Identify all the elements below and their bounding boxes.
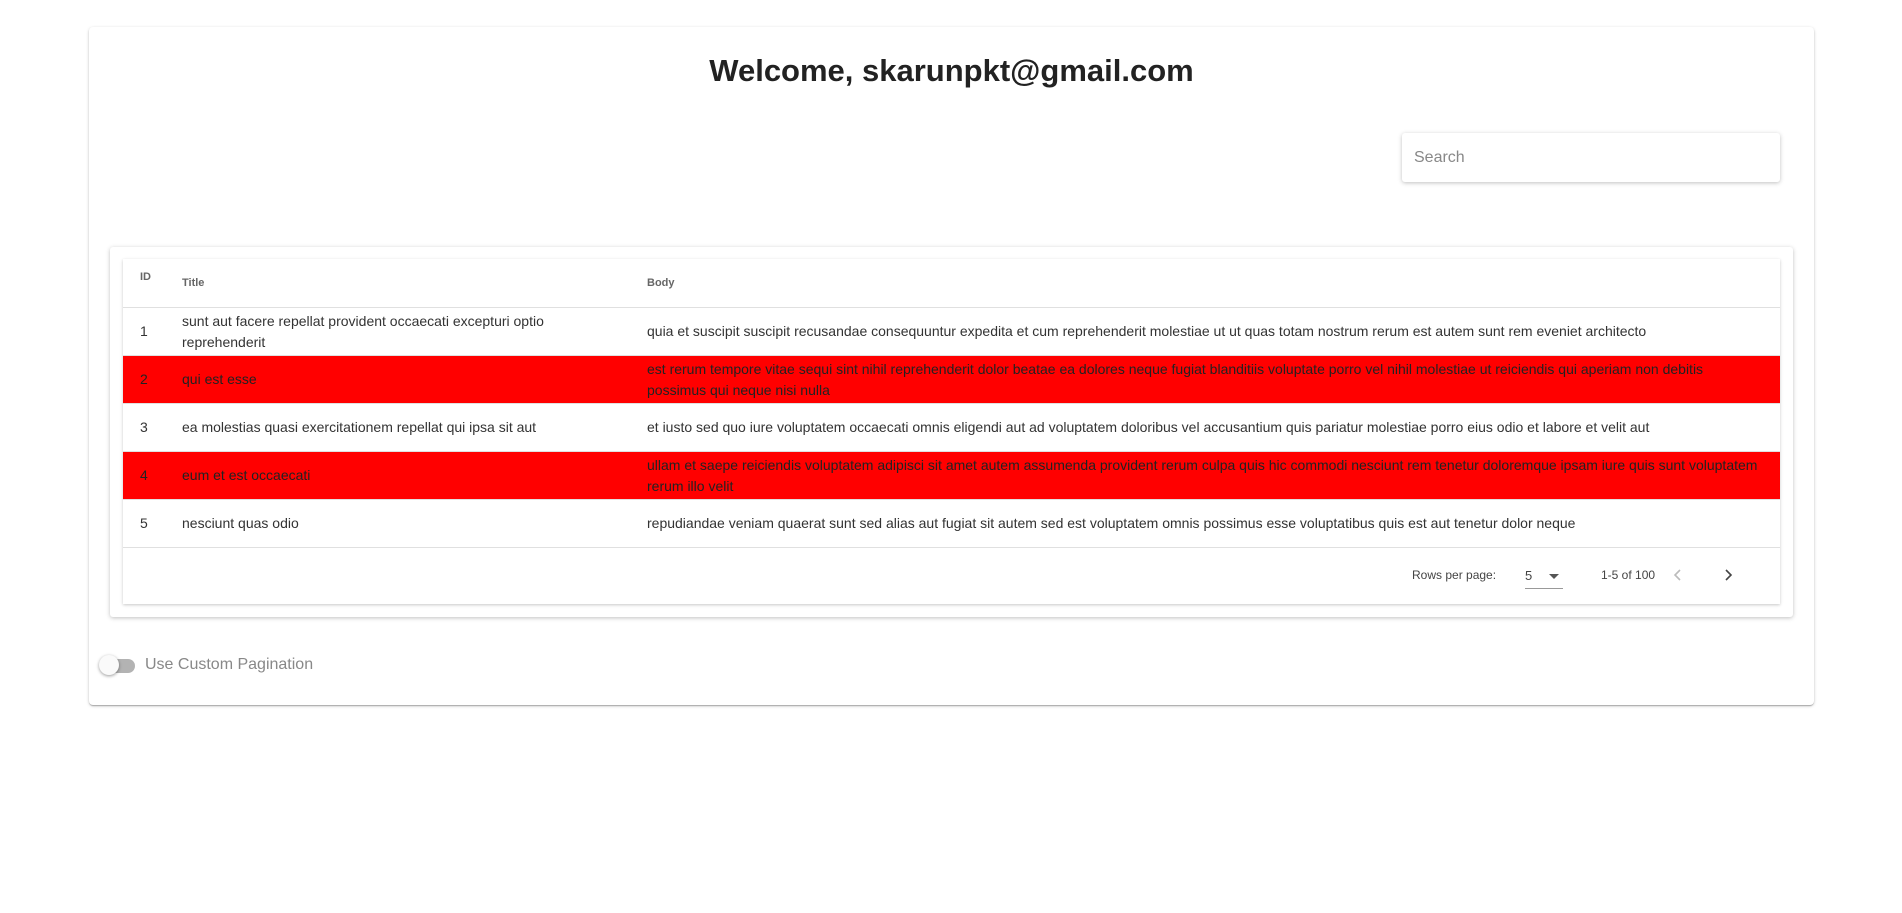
cell-title: nesciunt quas odio [182,499,647,548]
cell-id: 5 [123,499,182,548]
main-card: Welcome, skarunpkt@gmail.com ID Title Bo… [89,27,1814,705]
data-table-panel: ID Title Body 1 sunt aut facere repellat … [123,259,1780,604]
column-header-title[interactable]: Title [182,259,647,308]
cell-body: ullam et saepe reiciendis voluptatem adi… [647,451,1780,500]
table-row[interactable]: 5 nesciunt quas odio repudiandae veniam qu… [123,499,1780,548]
search-box[interactable] [1402,133,1780,182]
cell-body: et iusto sed quo iure voluptatem occaeca… [647,403,1780,452]
table-row[interactable]: 3 ea molestias quasi exercitationem repel… [123,403,1780,452]
cell-body: quia et suscipit suscipit recusandae con… [647,307,1780,356]
rows-per-page-label: Rows per page: [1412,568,1497,582]
chevron-left-icon [1673,569,1681,581]
column-header-body[interactable]: Body [647,259,1780,308]
caret-down-icon [1549,574,1559,579]
cell-id: 3 [123,403,182,452]
table-header-row: ID Title Body [123,259,1780,308]
pagination-range: 1-5 of 100 [1601,568,1656,582]
next-page-button[interactable] [1714,561,1742,589]
cell-id: 4 [123,451,182,500]
table-pagination: Rows per page: 5 1-5 of 100 [123,546,1780,604]
cell-id: 2 [123,355,182,404]
cell-title: ea molestias quasi exercitationem repell… [182,403,647,452]
posts-table: ID Title Body 1 sunt aut facere repellat … [123,259,1780,548]
cell-title: sunt aut facere repellat provident occae… [182,307,647,356]
search-input[interactable] [1402,133,1780,182]
cell-id: 1 [123,307,182,356]
table-body: 1 sunt aut facere repellat provident occa… [123,307,1780,548]
cell-title: qui est esse [182,355,647,404]
rows-per-page-select[interactable]: 5 [1525,562,1563,589]
toggle-label: Use Custom Pagination [145,656,314,673]
column-header-id[interactable]: ID [123,259,182,308]
table-container: ID Title Body 1 sunt aut facere repellat … [110,247,1793,617]
cell-body: est rerum tempore vitae sequi sint nihil… [647,355,1780,404]
toggle-thumb[interactable] [99,655,119,675]
table-row[interactable]: 1 sunt aut facere repellat provident occa… [123,307,1780,356]
rows-per-page-value: 5 [1525,568,1533,583]
table-row[interactable]: 2 qui est esse est rerum tempore vitae seq… [123,355,1780,404]
cell-title: eum et est occaecati [182,451,647,500]
table-row[interactable]: 4 eum et est occaecati ullam et saepe reic… [123,451,1780,500]
page-title: Welcome, skarunpkt@gmail.com [709,53,1194,88]
cell-body: repudiandae veniam quaerat sunt sed alia… [647,499,1780,548]
chevron-right-icon [1725,569,1733,581]
previous-page-button[interactable] [1664,561,1692,589]
